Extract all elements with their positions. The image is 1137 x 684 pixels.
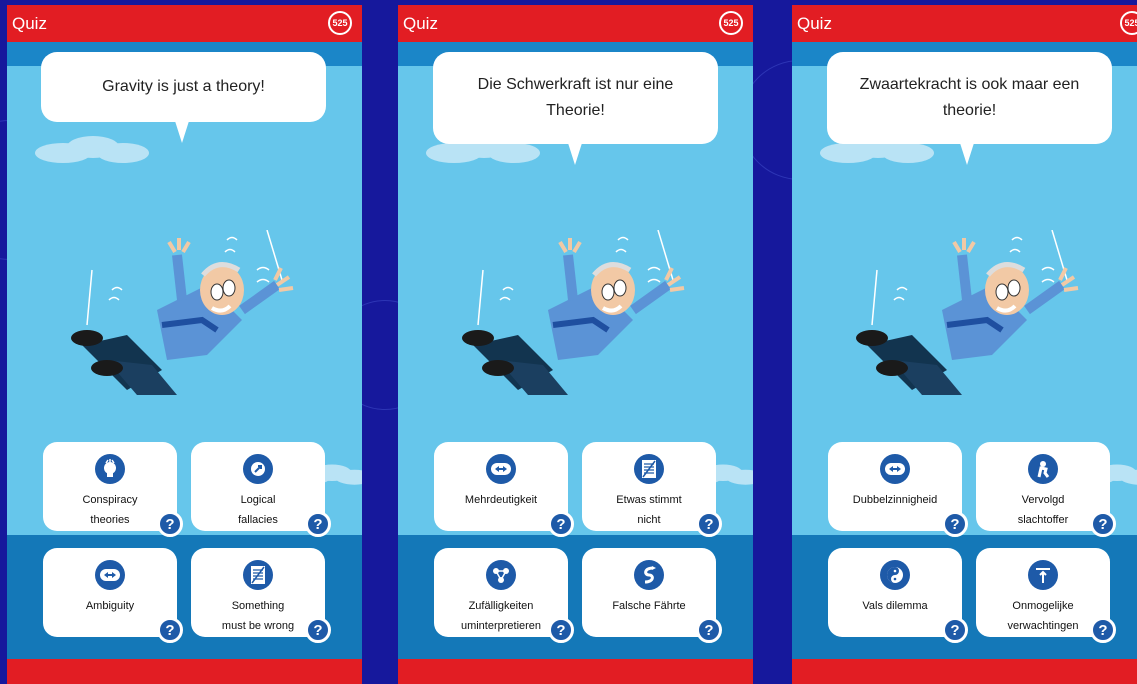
score-badge[interactable]: 525 <box>1120 11 1137 35</box>
ambiguity-arrows-icon <box>880 454 910 484</box>
answer-label: Something must be wrong <box>221 600 295 632</box>
help-icon[interactable]: ? <box>305 511 331 537</box>
red-herring-icon <box>634 560 664 590</box>
bottom-bar <box>792 659 1137 684</box>
help-icon[interactable]: ? <box>548 617 574 643</box>
bottom-bar <box>398 659 753 684</box>
answer-card[interactable]: Dubbelzinnigheid? <box>828 442 968 537</box>
answer-card[interactable]: Logical fallacies? <box>191 442 331 537</box>
statement-text: Gravity is just a theory! <box>102 78 265 95</box>
document-icon <box>243 560 273 590</box>
help-icon[interactable]: ? <box>305 617 331 643</box>
victim-icon <box>1028 454 1058 484</box>
speech-bubble-tail <box>960 143 974 165</box>
help-icon[interactable]: ? <box>696 617 722 643</box>
answer-label: Falsche Fährte <box>612 600 686 612</box>
answer-label: Onmogelijke verwachtingen <box>1007 600 1079 632</box>
cloud-icon <box>33 135 153 170</box>
answer-label: Zufälligkeiten uminterpretieren <box>460 600 542 632</box>
answer-card[interactable]: Vals dilemma? <box>828 548 968 643</box>
falling-man-illustration <box>67 229 307 420</box>
answer-label: Vervolgd slachtoffer <box>1017 494 1069 526</box>
answer-label: Ambiguity <box>85 600 135 612</box>
speech-bubble-tail <box>175 121 189 143</box>
speech-bubble: Zwaartekracht is ook maar een theorie! <box>827 52 1112 144</box>
ambiguity-arrows-icon <box>95 560 125 590</box>
speech-bubble-tail <box>568 143 582 165</box>
answer-card[interactable]: Onmogelijke verwachtingen? <box>976 548 1116 643</box>
conspiracy-icon <box>95 454 125 484</box>
app-title: Quiz <box>12 14 47 33</box>
network-icon <box>486 560 516 590</box>
answer-card[interactable]: Zufälligkeiten uminterpretieren? <box>434 548 574 643</box>
falling-man-illustration <box>852 229 1092 420</box>
phone-screen-german: Quiz 525 Die Schwerkraft ist nur eine Theo… <box>398 5 753 684</box>
app-title: Quiz <box>403 14 438 33</box>
help-icon[interactable]: ? <box>157 617 183 643</box>
help-icon[interactable]: ? <box>696 511 722 537</box>
answer-card[interactable]: Vervolgd slachtoffer? <box>976 442 1116 537</box>
answer-card[interactable]: Something must be wrong? <box>191 548 331 643</box>
answer-card[interactable]: Ambiguity? <box>43 548 183 643</box>
score-badge[interactable]: 525 <box>719 11 743 35</box>
speech-bubble: Die Schwerkraft ist nur eine Theorie! <box>433 52 718 144</box>
impossible-expectations-icon <box>1028 560 1058 590</box>
help-icon[interactable]: ? <box>942 511 968 537</box>
help-icon[interactable]: ? <box>1090 617 1116 643</box>
answer-label: Logical fallacies <box>238 494 278 526</box>
phone-screen-english: Quiz 525 Gravity is just a theory! Conspira… <box>7 5 362 684</box>
answer-card[interactable]: Falsche Fährte? <box>582 548 722 643</box>
answer-label: Dubbelzinnigheid <box>852 494 938 506</box>
answer-label: Etwas stimmt nicht <box>616 494 682 526</box>
help-icon[interactable]: ? <box>548 511 574 537</box>
answer-label: Conspiracy theories <box>82 494 138 526</box>
help-icon[interactable]: ? <box>157 511 183 537</box>
answer-card[interactable]: Mehrdeutigkeit? <box>434 442 574 537</box>
answer-card[interactable]: Etwas stimmt nicht? <box>582 442 722 537</box>
ambiguity-arrows-icon <box>486 454 516 484</box>
answer-label: Vals dilemma <box>862 600 928 612</box>
statement-text: Die Schwerkraft ist nur eine Theorie! <box>477 76 674 119</box>
phone-screen-dutch: Quiz 525 Zwaartekracht is ook maar een the… <box>792 5 1137 684</box>
bottom-bar <box>7 659 362 684</box>
app-header: Quiz 525 <box>398 5 753 42</box>
speech-bubble: Gravity is just a theory! <box>41 52 326 122</box>
fallacy-icon <box>243 454 273 484</box>
answer-card[interactable]: Conspiracy theories? <box>43 442 183 537</box>
score-badge[interactable]: 525 <box>328 11 352 35</box>
app-title: Quiz <box>797 14 832 33</box>
answer-label: Mehrdeutigkeit <box>464 494 538 506</box>
app-header: Quiz 525 <box>7 5 362 42</box>
app-header: Quiz 525 <box>792 5 1137 42</box>
help-icon[interactable]: ? <box>942 617 968 643</box>
document-icon <box>634 454 664 484</box>
falling-man-illustration <box>458 229 698 420</box>
statement-text: Zwaartekracht is ook maar een theorie! <box>859 76 1080 119</box>
help-icon[interactable]: ? <box>1090 511 1116 537</box>
yin-yang-icon <box>880 560 910 590</box>
